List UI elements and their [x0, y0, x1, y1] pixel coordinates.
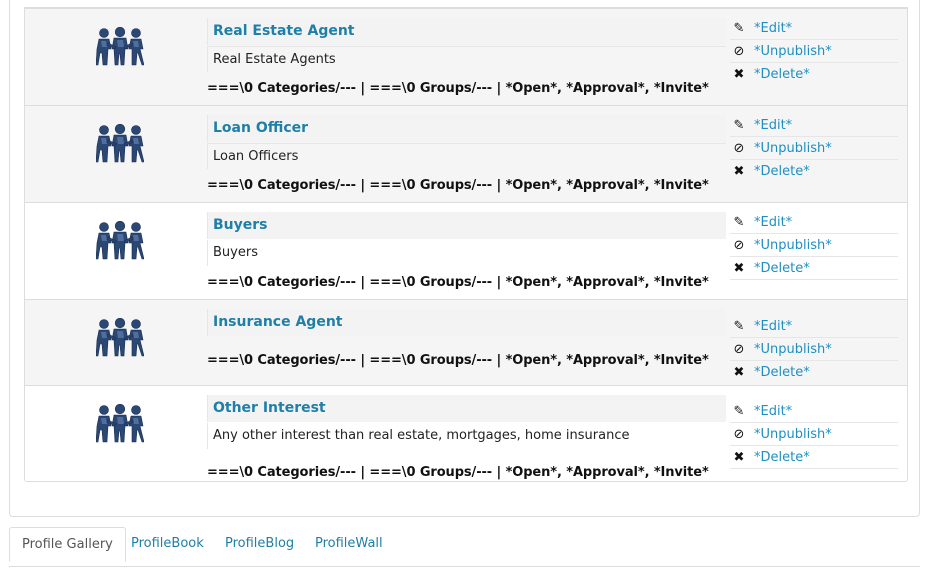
delete-action[interactable]: ✖ *Delete*	[730, 63, 898, 86]
x-icon: ✖	[733, 365, 745, 380]
x-icon: ✖	[733, 164, 745, 179]
delete-link[interactable]: *Delete*	[754, 365, 810, 380]
edit-action[interactable]: ✎ *Edit*	[730, 114, 898, 137]
unpublish-action[interactable]: ⊘ *Unpublish*	[730, 423, 898, 446]
group-actions: ✎ *Edit* ⊘ *Unpublish* ✖ *Delete*	[730, 114, 898, 183]
group-meta: ===\0 Categories/--- | ===\0 Groups/--- …	[207, 275, 709, 290]
group-title-bar: Buyers	[207, 212, 726, 239]
ban-icon: ⊘	[733, 237, 745, 253]
tab-profile-gallery[interactable]: Profile Gallery	[9, 527, 126, 562]
group-people-icon	[96, 221, 144, 261]
edit-link[interactable]: *Edit*	[754, 21, 792, 36]
unpublish-link[interactable]: *Unpublish*	[754, 342, 832, 357]
edit-link[interactable]: *Edit*	[754, 319, 792, 334]
group-row: Buyers Buyers ===\0 Categories/--- | ===…	[25, 202, 907, 299]
profile-tabs: Profile Gallery ProfileBook ProfileBlog …	[9, 527, 920, 567]
group-row: Real Estate Agent Real Estate Agents ===…	[25, 8, 907, 105]
group-title-link[interactable]: Loan Officer	[213, 120, 308, 136]
delete-link[interactable]: *Delete*	[754, 164, 810, 179]
group-row: Insurance Agent ===\0 Categories/--- | =…	[25, 299, 907, 385]
group-title-link[interactable]: Other Interest	[213, 400, 326, 416]
edit-action[interactable]: ✎ *Edit*	[730, 315, 898, 338]
unpublish-action[interactable]: ⊘ *Unpublish*	[730, 137, 898, 160]
groups-list: Real Estate Agent Real Estate Agents ===…	[24, 7, 908, 482]
group-title-link[interactable]: Insurance Agent	[213, 314, 342, 330]
group-title-bar: Real Estate Agent	[207, 18, 726, 45]
group-description-bar: Loan Officers	[207, 143, 726, 169]
edit-action[interactable]: ✎ *Edit*	[730, 400, 898, 423]
pencil-icon: ✎	[733, 20, 745, 36]
group-description-bar: Real Estate Agents	[207, 46, 726, 72]
unpublish-link[interactable]: *Unpublish*	[754, 141, 832, 156]
pencil-icon: ✎	[733, 117, 745, 133]
tab-profilewall[interactable]: ProfileWall	[303, 527, 395, 561]
group-row: Loan Officer Loan Officers ===\0 Categor…	[25, 105, 907, 202]
pencil-icon: ✎	[733, 403, 745, 419]
group-actions: ✎ *Edit* ⊘ *Unpublish* ✖ *Delete*	[730, 17, 898, 86]
pencil-icon: ✎	[733, 318, 745, 334]
group-actions: ✎ *Edit* ⊘ *Unpublish* ✖ *Delete*	[730, 400, 898, 469]
delete-action[interactable]: ✖ *Delete*	[730, 446, 898, 469]
pencil-icon: ✎	[733, 214, 745, 230]
delete-link[interactable]: *Delete*	[754, 261, 810, 276]
delete-action[interactable]: ✖ *Delete*	[730, 160, 898, 183]
ban-icon: ⊘	[733, 140, 745, 156]
tab-profilebook[interactable]: ProfileBook	[119, 527, 216, 561]
x-icon: ✖	[733, 260, 745, 276]
edit-link[interactable]: *Edit*	[754, 118, 792, 133]
unpublish-action[interactable]: ⊘ *Unpublish*	[730, 338, 898, 361]
group-description: Real Estate Agents	[213, 52, 336, 67]
group-description-bar: Any other interest than real estate, mor…	[207, 423, 726, 449]
edit-action[interactable]: ✎ *Edit*	[730, 17, 898, 40]
x-icon: ✖	[733, 449, 745, 465]
group-row: Other Interest Any other interest than r…	[25, 385, 907, 481]
edit-link[interactable]: *Edit*	[754, 215, 792, 230]
group-title-link[interactable]: Buyers	[213, 217, 268, 233]
unpublish-link[interactable]: *Unpublish*	[754, 427, 832, 442]
group-title-bar: Insurance Agent	[207, 309, 726, 336]
group-description: Loan Officers	[213, 149, 299, 164]
group-meta: ===\0 Categories/--- | ===\0 Groups/--- …	[207, 353, 709, 368]
group-people-icon	[96, 124, 144, 164]
group-people-icon	[96, 318, 144, 358]
group-title-bar: Loan Officer	[207, 115, 726, 142]
tab-profileblog[interactable]: ProfileBlog	[213, 527, 306, 561]
delete-link[interactable]: *Delete*	[754, 67, 810, 82]
unpublish-action[interactable]: ⊘ *Unpublish*	[730, 40, 898, 63]
unpublish-action[interactable]: ⊘ *Unpublish*	[730, 234, 898, 257]
ban-icon: ⊘	[733, 341, 745, 357]
unpublish-link[interactable]: *Unpublish*	[754, 238, 832, 253]
delete-action[interactable]: ✖ *Delete*	[730, 257, 898, 280]
ban-icon: ⊘	[733, 426, 745, 442]
group-people-icon	[96, 27, 144, 67]
group-meta: ===\0 Categories/--- | ===\0 Groups/--- …	[207, 81, 709, 96]
group-meta: ===\0 Categories/--- | ===\0 Groups/--- …	[207, 178, 709, 193]
group-description: Buyers	[213, 245, 258, 260]
group-meta: ===\0 Categories/--- | ===\0 Groups/--- …	[207, 465, 709, 480]
group-people-icon	[96, 404, 144, 444]
delete-link[interactable]: *Delete*	[754, 450, 810, 465]
edit-action[interactable]: ✎ *Edit*	[730, 211, 898, 234]
group-title-bar: Other Interest	[207, 395, 726, 422]
group-title-link[interactable]: Real Estate Agent	[213, 23, 355, 39]
x-icon: ✖	[733, 67, 745, 82]
group-actions: ✎ *Edit* ⊘ *Unpublish* ✖ *Delete*	[730, 315, 898, 384]
group-description-bar: Buyers	[207, 240, 726, 266]
unpublish-link[interactable]: *Unpublish*	[754, 44, 832, 59]
edit-link[interactable]: *Edit*	[754, 404, 792, 419]
group-actions: ✎ *Edit* ⊘ *Unpublish* ✖ *Delete*	[730, 211, 898, 280]
ban-icon: ⊘	[733, 43, 745, 59]
delete-action[interactable]: ✖ *Delete*	[730, 361, 898, 384]
group-description: Any other interest than real estate, mor…	[213, 428, 630, 443]
